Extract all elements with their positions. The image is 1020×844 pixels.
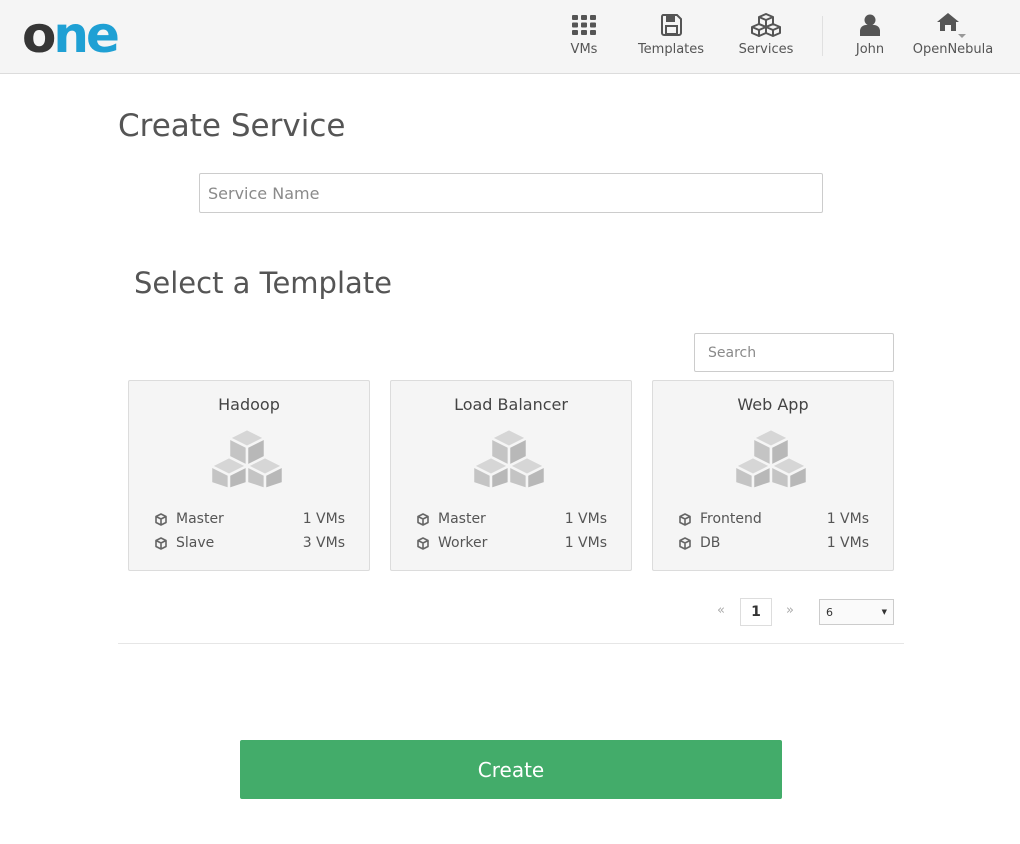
role-row: Master 1 VMs	[155, 509, 345, 529]
page-title: Create Service	[118, 108, 346, 144]
nav-templates[interactable]: Templates	[638, 12, 704, 62]
role-name: Slave	[176, 535, 215, 551]
home-icon	[936, 12, 970, 38]
cubes-icon	[733, 427, 809, 493]
nav-zone[interactable]: OpenNebula	[912, 12, 994, 62]
role-vms: 1 VMs	[302, 511, 345, 527]
nav-user-label: John	[855, 42, 885, 57]
pagination-prev[interactable]: «	[717, 603, 725, 618]
role-name: Frontend	[700, 511, 762, 527]
role-row: Slave 3 VMs	[155, 533, 345, 553]
nav-templates-label: Templates	[637, 42, 705, 57]
user-icon	[860, 12, 880, 38]
template-card-web-app[interactable]: Web App Frontend 1 VMs DB 1 VMs	[652, 380, 894, 571]
role-name: Master	[176, 511, 224, 527]
nav-zone-label: OpenNebula	[912, 42, 994, 57]
top-bar: o ne VMs Templates Services John OpenNeb…	[0, 0, 1020, 74]
create-button[interactable]: Create	[240, 740, 782, 799]
cubes-icon	[209, 427, 285, 493]
role-row: Worker 1 VMs	[417, 533, 607, 553]
role-row: DB 1 VMs	[679, 533, 869, 553]
logo-part-dark: o	[22, 6, 56, 64]
opennebula-logo[interactable]: o ne	[22, 6, 120, 64]
role-vms: 3 VMs	[302, 535, 345, 551]
page-size-select[interactable]: 6 ▼	[819, 599, 894, 625]
role-row: Master 1 VMs	[417, 509, 607, 529]
role-vms: 1 VMs	[826, 511, 869, 527]
nav-services[interactable]: Services	[738, 12, 794, 62]
cubes-icon	[751, 12, 781, 38]
section-title: Select a Template	[134, 266, 392, 300]
template-name: Web App	[737, 395, 809, 414]
role-vms: 1 VMs	[564, 511, 607, 527]
cube-icon	[417, 536, 431, 550]
role-row: Frontend 1 VMs	[679, 509, 869, 529]
template-search-input[interactable]	[694, 333, 894, 372]
role-vms: 1 VMs	[826, 535, 869, 551]
cube-icon	[679, 536, 693, 550]
role-name: DB	[700, 535, 721, 551]
floppy-disk-icon	[660, 12, 682, 38]
nav-services-label: Services	[738, 42, 794, 57]
nav-user[interactable]: John	[850, 12, 890, 62]
divider	[118, 643, 904, 644]
role-vms: 1 VMs	[564, 535, 607, 551]
template-name: Load Balancer	[454, 395, 568, 414]
chevron-down-icon	[958, 34, 966, 38]
service-name-input[interactable]	[199, 173, 823, 213]
grid-icon	[572, 12, 596, 38]
nav-vms[interactable]: VMs	[562, 12, 606, 62]
role-name: Master	[438, 511, 486, 527]
nav-vms-label: VMs	[570, 42, 598, 57]
pagination-current-page[interactable]: 1	[740, 598, 772, 626]
cubes-icon	[471, 427, 547, 493]
template-card-hadoop[interactable]: Hadoop Master 1 VMs Slave 3 VMs	[128, 380, 370, 571]
caret-down-icon: ▼	[881, 608, 887, 616]
pagination-next[interactable]: »	[786, 603, 794, 618]
nav-separator	[822, 16, 823, 56]
cube-icon	[417, 512, 431, 526]
page-size-value: 6	[826, 605, 833, 619]
template-card-load-balancer[interactable]: Load Balancer Master 1 VMs Worker 1 VMs	[390, 380, 632, 571]
cube-icon	[155, 536, 169, 550]
logo-part-blue: ne	[53, 6, 119, 64]
role-name: Worker	[438, 535, 488, 551]
template-name: Hadoop	[218, 395, 280, 414]
cube-icon	[679, 512, 693, 526]
cube-icon	[155, 512, 169, 526]
